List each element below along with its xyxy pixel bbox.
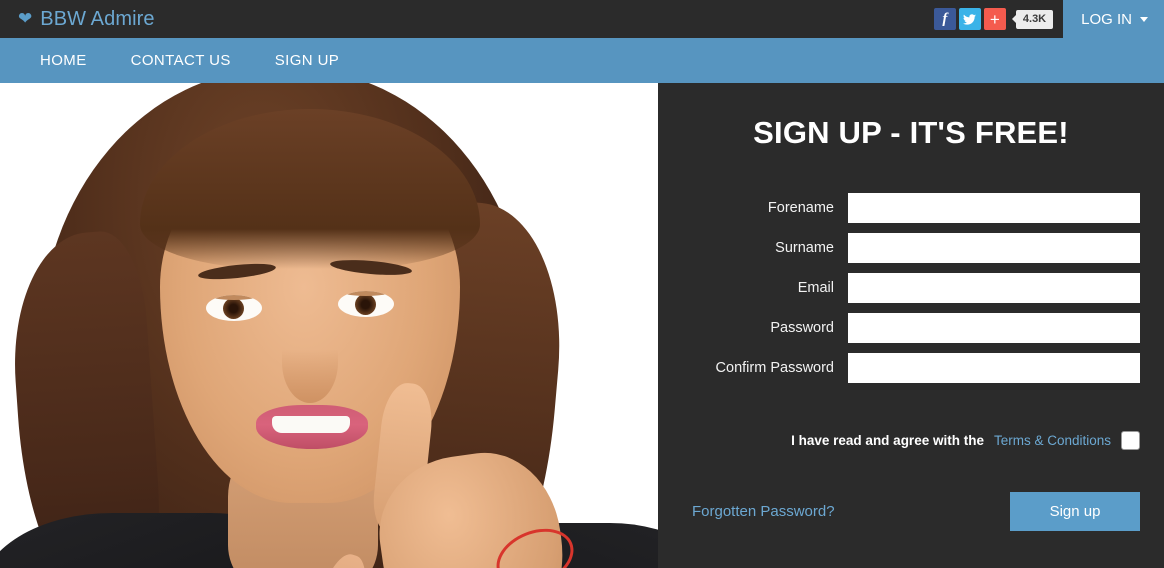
forename-label: Forename [767, 200, 834, 216]
chevron-down-icon [1140, 16, 1148, 22]
nav-item-contact-us[interactable]: CONTACT US [109, 52, 253, 69]
twitter-share-icon[interactable] [958, 8, 981, 30]
nose [282, 321, 338, 403]
share-plus-icon[interactable]: + [983, 8, 1006, 30]
top-header-bar: ❤ BBW Admire f + 4.3K LOG IN [0, 0, 1164, 38]
terms-row: I have read and agree with the Terms & C… [658, 431, 1164, 450]
share-count-badge[interactable]: 4.3K [1015, 9, 1054, 29]
email-input[interactable] [848, 273, 1140, 303]
signup-panel: SIGN UP - IT'S FREE! Forename Surname Em… [658, 83, 1164, 568]
social-share-group: f + 4.3K [933, 8, 1063, 30]
form-row-email: Email [658, 273, 1140, 303]
terms-text: I have read and agree with the [791, 433, 984, 448]
signup-title: SIGN UP - IT'S FREE! [753, 115, 1069, 150]
signup-form: Forename Surname Email Password Confirm … [658, 193, 1164, 383]
nav-item-home[interactable]: HOME [22, 52, 109, 69]
brand-logo[interactable]: ❤ BBW Admire [0, 8, 155, 31]
confirm-password-input[interactable] [848, 353, 1140, 383]
login-button[interactable]: LOG IN [1063, 0, 1164, 38]
forename-input[interactable] [848, 193, 1140, 223]
hero-photo [0, 83, 658, 568]
form-row-password: Password [658, 313, 1140, 343]
confirm-password-label: Confirm Password [715, 360, 834, 376]
email-label: Email [797, 280, 834, 296]
iris-left [223, 298, 244, 319]
eye-left [206, 295, 262, 321]
facebook-share-icon[interactable]: f [933, 8, 956, 30]
login-button-label: LOG IN [1081, 10, 1132, 28]
eye-right [338, 291, 394, 317]
eyelid-right [338, 291, 394, 296]
form-row-surname: Surname [658, 233, 1140, 263]
terms-checkbox[interactable] [1121, 431, 1140, 450]
header-right-cluster: f + 4.3K LOG IN [933, 0, 1164, 38]
twitter-bird-icon [963, 13, 977, 25]
teeth [272, 416, 350, 433]
surname-label: Surname [775, 240, 834, 256]
eyelid-left [206, 295, 262, 300]
brand-name: BBW Admire [40, 7, 155, 30]
nav-item-sign-up[interactable]: SIGN UP [253, 52, 361, 69]
portrait-illustration [0, 83, 658, 568]
terms-and-conditions-link[interactable]: Terms & Conditions [994, 433, 1111, 448]
heart-icon: ❤ [18, 8, 33, 28]
password-input[interactable] [848, 313, 1140, 343]
forgotten-password-link[interactable]: Forgotten Password? [692, 503, 835, 520]
surname-input[interactable] [848, 233, 1140, 263]
signup-actions-row: Forgotten Password? Sign up [658, 492, 1164, 531]
main-content: SIGN UP - IT'S FREE! Forename Surname Em… [0, 83, 1164, 568]
form-row-confirm-password: Confirm Password [658, 353, 1140, 383]
main-navigation: HOME CONTACT US SIGN UP [0, 38, 1164, 83]
iris-right [355, 294, 376, 315]
password-label: Password [770, 320, 834, 336]
form-row-forename: Forename [658, 193, 1140, 223]
signup-submit-button[interactable]: Sign up [1010, 492, 1140, 531]
